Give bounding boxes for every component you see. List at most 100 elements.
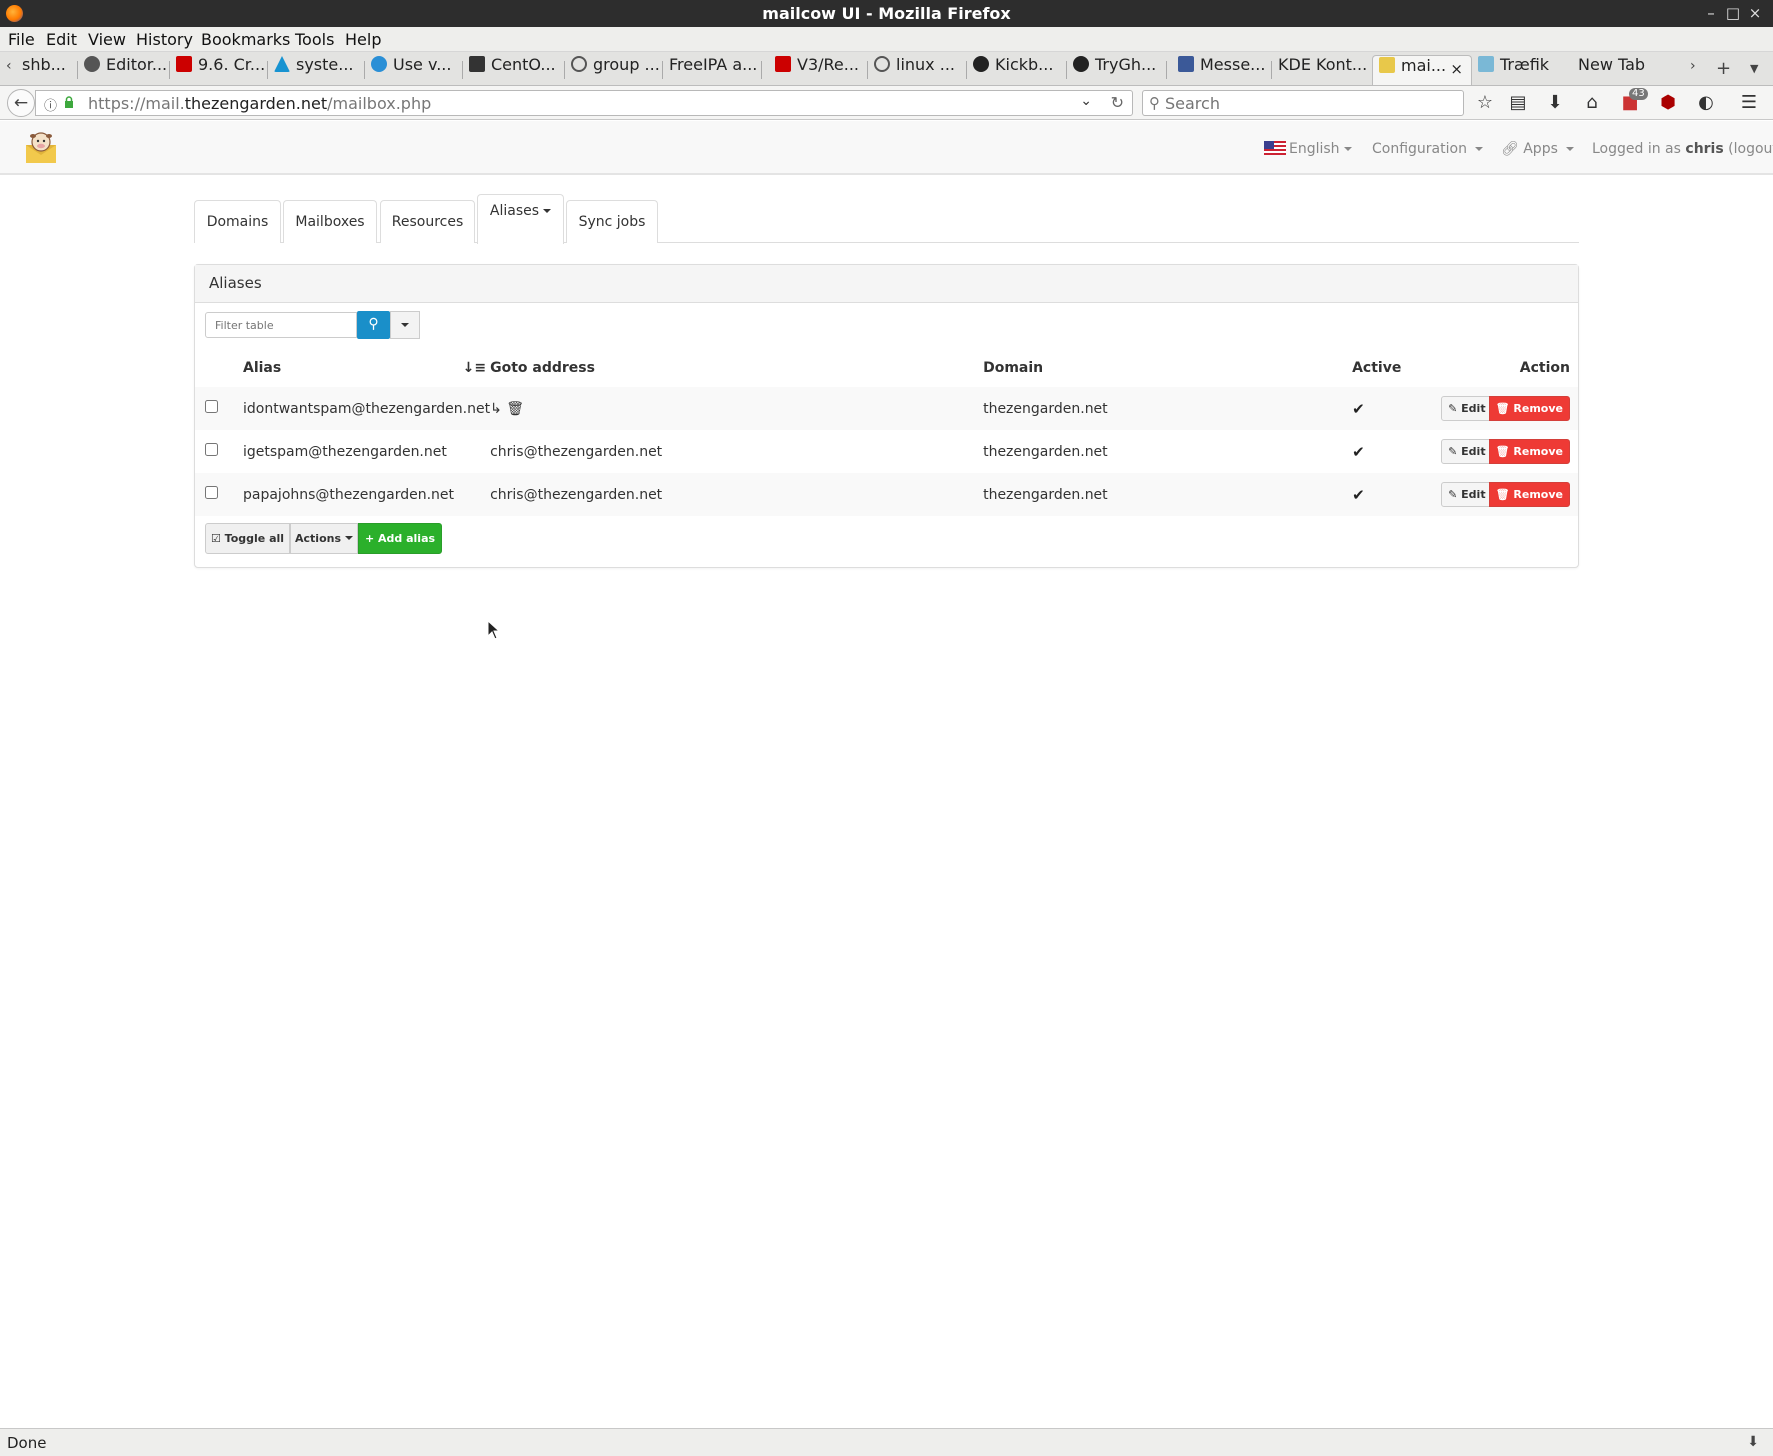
pencil-icon: ✎ xyxy=(1448,402,1458,415)
menu-tools[interactable]: Tools xyxy=(295,30,334,49)
tab-domains[interactable]: Domains xyxy=(194,200,281,243)
language-dropdown[interactable]: English xyxy=(1264,141,1352,157)
hamburger-menu-icon[interactable]: ☰ xyxy=(1737,92,1761,113)
apps-dropdown[interactable]: 🔗︎ Apps xyxy=(1501,141,1575,157)
mailcow-logo[interactable] xyxy=(24,131,58,165)
ublock-icon[interactable]: ⬢ xyxy=(1656,92,1680,113)
back-button[interactable]: ← xyxy=(7,89,35,117)
list-tabs-icon[interactable]: ▼ xyxy=(1750,62,1758,75)
menu-edit[interactable]: Edit xyxy=(46,30,77,49)
download-status-icon[interactable]: ⬇ xyxy=(1747,1434,1759,1450)
browser-tab[interactable]: shb... xyxy=(16,55,78,85)
browser-tab[interactable]: Editor... xyxy=(78,55,170,85)
toggle-all-button[interactable]: ☑ Toggle all xyxy=(205,523,290,554)
traefik-icon xyxy=(1478,56,1494,72)
url-dropdown-icon[interactable]: ⌄ xyxy=(1080,93,1092,109)
menu-bookmarks[interactable]: Bookmarks xyxy=(201,30,290,49)
info-icon[interactable]: ⓘ xyxy=(44,95,57,114)
table-row: papajohns@thezengarden.net chris@thezeng… xyxy=(195,473,1578,516)
url-text: https://mail.thezengarden.net/mailbox.ph… xyxy=(88,94,432,113)
remove-button[interactable]: 🗑︎ Remove xyxy=(1488,396,1570,421)
domain-cell: thezengarden.net xyxy=(983,443,1108,460)
browser-tab-active[interactable]: mai... × xyxy=(1372,55,1472,85)
check-square-icon: ☑ xyxy=(210,532,221,545)
reload-icon[interactable]: ↻ xyxy=(1111,93,1124,112)
google-icon xyxy=(571,56,587,72)
window-title: mailcow UI - Mozilla Firefox xyxy=(762,4,1011,23)
tab-mailboxes[interactable]: Mailboxes xyxy=(283,200,377,243)
table-row: igetspam@thezengarden.net chris@thezenga… xyxy=(195,430,1578,473)
scroll-tabs-left-icon[interactable]: ‹ xyxy=(6,58,12,74)
browser-tab[interactable]: Use v... xyxy=(365,55,463,85)
logout-link[interactable]: (logout) xyxy=(1728,141,1773,157)
close-window-button[interactable]: × xyxy=(1744,3,1766,23)
column-header-active[interactable]: Active xyxy=(1352,349,1433,387)
menu-history[interactable]: History xyxy=(136,30,193,49)
link-icon: 🔗︎ xyxy=(1501,141,1519,157)
browser-tab[interactable]: Messe... xyxy=(1172,55,1272,85)
forward-trash-icons: ↳ 🗑 xyxy=(490,400,525,417)
browser-tab[interactable]: linux ... xyxy=(868,55,967,85)
column-header-domain[interactable]: Domain xyxy=(983,349,1352,387)
filter-table-input[interactable] xyxy=(205,312,357,338)
row-checkbox[interactable] xyxy=(205,400,218,413)
library-icon[interactable]: ▤ xyxy=(1506,92,1530,113)
book-icon xyxy=(469,56,485,72)
download-icon[interactable]: ⬇ xyxy=(1543,92,1567,113)
edit-button[interactable]: ✎ Edit xyxy=(1441,439,1493,464)
globe-icon xyxy=(371,56,387,72)
remove-button[interactable]: 🗑︎ Remove xyxy=(1488,482,1570,507)
search-input[interactable] xyxy=(1165,93,1455,113)
row-checkbox[interactable] xyxy=(205,486,218,499)
browser-tab[interactable]: CentO... xyxy=(463,55,565,85)
filter-dropdown-button[interactable] xyxy=(390,311,420,339)
menu-help[interactable]: Help xyxy=(345,30,381,49)
configuration-dropdown[interactable]: Configuration xyxy=(1372,141,1484,157)
trash-icon: 🗑︎ xyxy=(1495,402,1510,415)
browser-tab[interactable]: V3/Re... xyxy=(769,55,868,85)
row-checkbox[interactable] xyxy=(205,443,218,456)
tab-strip: ‹ shb... Editor... 9.6. Cr... syste... U… xyxy=(0,52,1773,86)
sort-icon[interactable]: ↓≡ xyxy=(463,360,486,376)
add-alias-button[interactable]: + Add alias xyxy=(358,523,442,554)
browser-tab[interactable]: group ... xyxy=(565,55,663,85)
privacy-icon[interactable]: ◐ xyxy=(1694,92,1718,113)
browser-tab[interactable]: FreeIPA a... xyxy=(663,55,762,85)
trash-icon: 🗑︎ xyxy=(1495,445,1510,458)
goto-cell: chris@thezengarden.net xyxy=(490,486,663,503)
alias-cell: igetspam@thezengarden.net xyxy=(243,443,447,460)
actions-dropdown-button[interactable]: Actions xyxy=(290,523,358,554)
search-icon: ⚲ xyxy=(1149,94,1160,112)
maximize-button[interactable]: □ xyxy=(1722,3,1744,23)
browser-tab[interactable]: 9.6. Cr... xyxy=(170,55,268,85)
page-tabs: Domains Mailboxes Resources Aliases Sync… xyxy=(194,192,1579,244)
minimize-button[interactable]: – xyxy=(1700,3,1722,23)
domain-cell: thezengarden.net xyxy=(983,400,1108,417)
browser-tab[interactable]: syste... xyxy=(268,55,365,85)
remove-button[interactable]: 🗑︎ Remove xyxy=(1488,439,1570,464)
browser-tab[interactable]: Træfik xyxy=(1472,55,1572,85)
address-bar[interactable]: ⓘ https://mail.thezengarden.net/mailbox.… xyxy=(35,90,1133,116)
github-icon xyxy=(1073,56,1089,72)
domain-cell: thezengarden.net xyxy=(983,486,1108,503)
menu-file[interactable]: File xyxy=(8,30,35,49)
search-bar[interactable]: ⚲ xyxy=(1142,90,1464,116)
column-header-goto[interactable]: Goto address xyxy=(490,349,983,387)
browser-tab[interactable]: New Tab xyxy=(1572,55,1672,85)
close-tab-icon[interactable]: × xyxy=(1450,60,1463,78)
scroll-tabs-right-icon[interactable]: › xyxy=(1690,58,1696,74)
bookmark-star-icon[interactable]: ☆ xyxy=(1473,92,1497,113)
menu-view[interactable]: View xyxy=(88,30,126,49)
edit-button[interactable]: ✎ Edit xyxy=(1441,482,1493,507)
browser-tab[interactable]: TryGh... xyxy=(1067,55,1167,85)
browser-tab[interactable]: Kickb... xyxy=(967,55,1067,85)
filter-search-button[interactable]: ⚲ xyxy=(357,311,390,339)
edit-button[interactable]: ✎ Edit xyxy=(1441,396,1493,421)
tab-aliases[interactable]: Aliases xyxy=(477,194,564,244)
column-header-alias[interactable]: Alias ↓≡ xyxy=(243,349,490,387)
tab-sync-jobs[interactable]: Sync jobs xyxy=(566,200,658,243)
home-icon[interactable]: ⌂ xyxy=(1580,92,1604,113)
new-tab-icon[interactable]: + xyxy=(1716,58,1731,79)
tab-resources[interactable]: Resources xyxy=(380,200,475,243)
browser-tab[interactable]: KDE Kont... xyxy=(1272,55,1372,85)
